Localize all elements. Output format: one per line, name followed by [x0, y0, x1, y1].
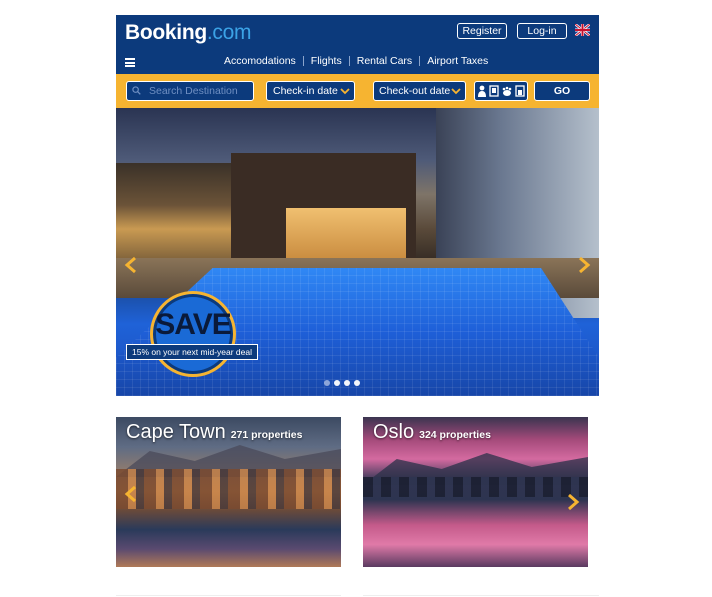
hamburger-menu-icon[interactable] — [125, 58, 135, 67]
chevron-down-icon — [451, 88, 461, 95]
booking-app: Booking.com Register Log-in Accomodation… — [116, 15, 599, 396]
nav-separator — [348, 56, 350, 66]
nav-flights[interactable]: Flights — [311, 55, 342, 67]
search-icon — [132, 86, 141, 95]
carousel-dot[interactable] — [334, 380, 340, 386]
guests-selector[interactable] — [474, 81, 528, 101]
chevron-left-icon[interactable] — [124, 256, 138, 274]
main-nav: Accomodations Flights Rental Cars Airpor… — [224, 55, 488, 67]
divider — [363, 595, 599, 596]
search-input[interactable] — [149, 83, 251, 99]
room-icon — [489, 85, 499, 97]
carousel-dot[interactable] — [324, 380, 330, 386]
search-bar: Check-in date Check-out date GO — [116, 74, 599, 108]
carousel-dots — [324, 380, 360, 386]
checkout-label: Check-out date — [379, 85, 451, 97]
login-button[interactable]: Log-in — [517, 23, 567, 39]
destination-cards: Cape Town 271 properties Oslo 324 proper… — [116, 417, 599, 567]
register-button[interactable]: Register — [457, 23, 507, 39]
checkin-date-select[interactable]: Check-in date — [266, 81, 355, 101]
hero-image — [231, 153, 416, 273]
top-header: Booking.com Register Log-in Accomodation… — [116, 15, 599, 74]
go-button[interactable]: GO — [534, 81, 590, 101]
chevron-down-icon — [340, 88, 350, 95]
card-city: Oslo — [373, 421, 415, 443]
nav-separator — [302, 56, 304, 66]
nav-rental-cars[interactable]: Rental Cars — [357, 55, 412, 67]
destination-card-oslo[interactable]: Oslo 324 properties — [363, 417, 588, 567]
search-destination-field[interactable] — [126, 81, 254, 101]
nav-separator — [419, 56, 421, 66]
nav-accomodations[interactable]: Accomodations — [224, 55, 296, 67]
uk-flag-icon[interactable] — [575, 24, 590, 36]
card-image — [116, 469, 341, 509]
save-subtitle: 15% on your next mid-year deal — [126, 344, 258, 360]
checkout-date-select[interactable]: Check-out date — [373, 81, 466, 101]
card-image — [363, 477, 588, 497]
pet-icon — [502, 86, 512, 96]
save-title: SAVE — [155, 308, 231, 341]
card-title: Cape Town 271 properties — [126, 421, 303, 444]
carousel-dot[interactable] — [354, 380, 360, 386]
card-city: Cape Town — [126, 421, 226, 443]
card-property-count: 271 properties — [230, 429, 303, 441]
carousel-dot[interactable] — [344, 380, 350, 386]
logo[interactable]: Booking.com — [125, 21, 252, 45]
hero-carousel: SAVE 15% on your next mid-year deal — [116, 108, 599, 396]
card-title: Oslo 324 properties — [373, 421, 491, 444]
nav-airport-taxes[interactable]: Airport Taxes — [427, 55, 488, 67]
child-icon — [515, 85, 525, 97]
divider — [116, 595, 341, 596]
chevron-right-icon[interactable] — [566, 493, 580, 511]
save-promo-badge[interactable]: SAVE 15% on your next mid-year deal — [126, 291, 261, 381]
destination-card-cape-town[interactable]: Cape Town 271 properties — [116, 417, 341, 567]
chevron-left-icon[interactable] — [124, 485, 138, 503]
checkin-label: Check-in date — [273, 85, 338, 97]
person-icon — [478, 85, 486, 97]
chevron-right-icon[interactable] — [577, 256, 591, 274]
card-property-count: 324 properties — [419, 429, 491, 441]
